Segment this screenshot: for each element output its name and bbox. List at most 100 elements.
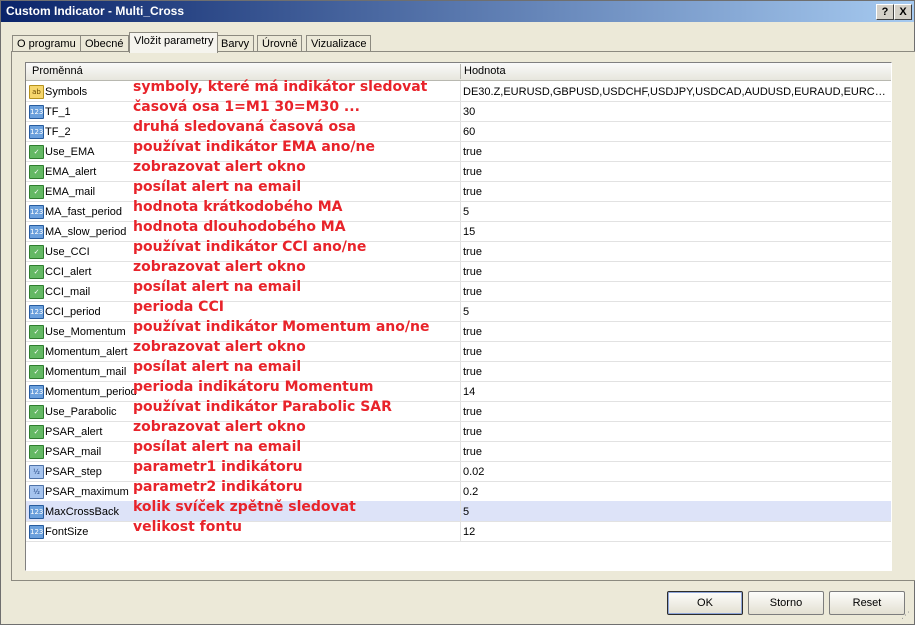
param-value[interactable]: true [463, 346, 887, 358]
param-name: PSAR_mail [45, 446, 102, 458]
param-name: FontSize [45, 526, 89, 538]
param-annotation: velikost fontu [133, 519, 243, 535]
header-divider[interactable] [460, 64, 461, 79]
boolean-param-icon: ✓ [29, 425, 44, 439]
param-value[interactable]: true [463, 426, 887, 438]
param-annotation: parametr1 indikátoru [133, 459, 303, 475]
close-button[interactable]: X [894, 4, 912, 20]
param-value[interactable]: 0.02 [463, 466, 887, 478]
param-value[interactable]: 30 [463, 106, 887, 118]
param-name: CCI_period [45, 306, 101, 318]
param-value[interactable]: true [463, 406, 887, 418]
resize-grip-icon[interactable]: ⋰ [901, 611, 911, 621]
param-name: EMA_mail [45, 186, 96, 198]
param-name: PSAR_step [45, 466, 102, 478]
param-annotation: posílat alert na email [133, 279, 302, 295]
param-name: Momentum_alert [45, 346, 128, 358]
param-name: Use_Parabolic [45, 406, 117, 418]
column-divider [460, 201, 461, 221]
param-value[interactable]: 5 [463, 506, 887, 518]
header-value[interactable]: Hodnota [464, 65, 506, 77]
param-annotation: zobrazovat alert okno [133, 339, 306, 355]
column-divider [460, 501, 461, 521]
title-bar[interactable]: Custom Indicator - Multi_Cross ? X [1, 1, 914, 22]
param-value[interactable]: 60 [463, 126, 887, 138]
column-divider [460, 381, 461, 401]
boolean-param-icon: ✓ [29, 265, 44, 279]
param-annotation: kolik svíček zpětně sledovat [133, 499, 356, 515]
param-name: PSAR_maximum [45, 486, 129, 498]
column-divider [460, 161, 461, 181]
column-divider [460, 521, 461, 541]
param-annotation: hodnota dlouhodobého MA [133, 219, 346, 235]
param-annotation: perioda indikátoru Momentum [133, 379, 374, 395]
column-divider [460, 401, 461, 421]
param-name: CCI_alert [45, 266, 92, 278]
column-divider [460, 461, 461, 481]
param-annotation: posílat alert na email [133, 359, 302, 375]
param-name: PSAR_alert [45, 426, 103, 438]
param-annotation: zobrazovat alert okno [133, 419, 306, 435]
double-param-icon: ½ [29, 465, 44, 479]
param-name: MA_slow_period [45, 226, 127, 238]
integer-param-icon: 123 [29, 525, 44, 539]
param-value[interactable]: true [463, 446, 887, 458]
string-param-icon: ab [29, 85, 44, 99]
integer-param-icon: 123 [29, 385, 44, 399]
param-name: MaxCrossBack [45, 506, 119, 518]
param-value[interactable]: 14 [463, 386, 887, 398]
boolean-param-icon: ✓ [29, 365, 44, 379]
ok-button[interactable]: OK [667, 591, 743, 615]
column-divider [460, 301, 461, 321]
param-value[interactable]: 0.2 [463, 486, 887, 498]
column-divider [460, 101, 461, 121]
param-value[interactable]: true [463, 266, 887, 278]
param-annotation: parametr2 indikátoru [133, 479, 303, 495]
param-value[interactable]: true [463, 246, 887, 258]
boolean-param-icon: ✓ [29, 165, 44, 179]
param-value[interactable]: 15 [463, 226, 887, 238]
param-value[interactable]: 12 [463, 526, 887, 538]
param-value[interactable]: true [463, 186, 887, 198]
boolean-param-icon: ✓ [29, 285, 44, 299]
reset-button[interactable]: Reset [829, 591, 905, 615]
param-annotation: časová osa 1=M1 30=M30 ... [133, 99, 360, 115]
param-annotation: posílat alert na email [133, 179, 302, 195]
param-annotation: používat indikátor Parabolic SAR [133, 399, 392, 415]
param-value[interactable]: true [463, 286, 887, 298]
boolean-param-icon: ✓ [29, 145, 44, 159]
param-value[interactable]: 5 [463, 206, 887, 218]
column-divider [460, 121, 461, 141]
column-divider [460, 261, 461, 281]
param-name: TF_1 [45, 106, 71, 118]
param-value[interactable]: true [463, 326, 887, 338]
column-divider [460, 481, 461, 501]
param-name: MA_fast_period [45, 206, 123, 218]
param-value[interactable]: true [463, 146, 887, 158]
param-value[interactable]: 5 [463, 306, 887, 318]
column-divider [460, 221, 461, 241]
boolean-param-icon: ✓ [29, 345, 44, 359]
integer-param-icon: 123 [29, 205, 44, 219]
param-annotation: používat indikátor Momentum ano/ne [133, 319, 430, 335]
integer-param-icon: 123 [29, 105, 44, 119]
parameter-grid[interactable]: Proměnná Hodnota ab Symbols symboly, které… [25, 62, 892, 571]
param-value[interactable]: DE30.Z,EURUSD,GBPUSD,USDCHF,USDJPY,USDCA… [463, 86, 887, 98]
boolean-param-icon: ✓ [29, 245, 44, 259]
param-value[interactable]: true [463, 366, 887, 378]
param-annotation: používat indikátor EMA ano/ne [133, 139, 375, 155]
cancel-button[interactable]: Storno [748, 591, 824, 615]
help-button[interactable]: ? [876, 4, 894, 20]
header-variable[interactable]: Proměnná [32, 65, 83, 77]
table-row[interactable]: 123 FontSize velikost fontu 12 [26, 519, 891, 542]
param-value[interactable]: true [463, 166, 887, 178]
param-annotation: hodnota krátkodobého MA [133, 199, 343, 215]
double-param-icon: ½ [29, 485, 44, 499]
column-divider [460, 181, 461, 201]
column-divider [460, 81, 461, 101]
param-annotation: druhá sledovaná časová osa [133, 119, 356, 135]
tab-vlozit-parametry[interactable]: Vložit parametry [129, 32, 219, 53]
column-divider [460, 141, 461, 161]
column-divider [460, 281, 461, 301]
param-annotation: posílat alert na email [133, 439, 302, 455]
